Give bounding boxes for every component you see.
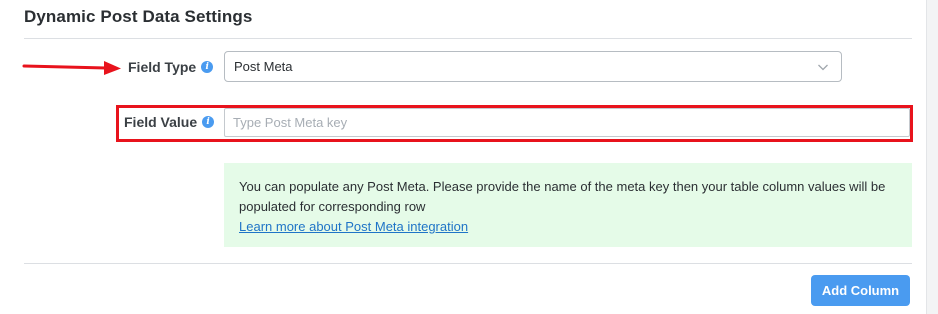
settings-panel: Dynamic Post Data Settings Field Type i … xyxy=(0,0,926,314)
chevron-down-icon xyxy=(818,64,828,71)
section-title: Dynamic Post Data Settings xyxy=(24,7,253,26)
field-type-select[interactable]: Post Meta xyxy=(224,51,842,82)
info-notice: You can populate any Post Meta. Please p… xyxy=(224,163,912,247)
field-value-input[interactable] xyxy=(224,108,910,137)
panel-edge xyxy=(926,0,938,314)
field-type-label-text: Field Type xyxy=(128,59,197,75)
field-type-selected-value: Post Meta xyxy=(234,59,293,74)
add-column-button[interactable]: Add Column xyxy=(811,275,910,306)
divider xyxy=(24,38,912,39)
notice-text: You can populate any Post Meta. Please p… xyxy=(239,179,886,214)
divider xyxy=(24,263,912,264)
field-type-label: Field Type i xyxy=(128,59,214,75)
info-icon[interactable]: i xyxy=(201,61,214,73)
red-arrow-annotation-icon xyxy=(22,61,121,75)
learn-more-link[interactable]: Learn more about Post Meta integration xyxy=(239,219,468,234)
